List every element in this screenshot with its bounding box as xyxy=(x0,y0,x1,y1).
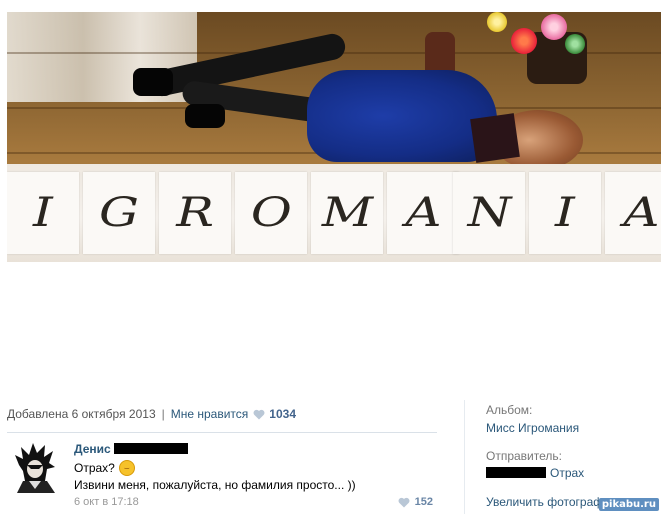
comment-time[interactable]: 6 окт в 17:18 xyxy=(74,496,139,508)
shoe xyxy=(185,104,225,128)
comment-text: Отрах? xyxy=(74,461,115,475)
album-link[interactable]: Мисс Игромания xyxy=(486,421,579,435)
letter: N xyxy=(467,190,511,236)
comment-line: Отрах? ⌣ xyxy=(74,460,135,476)
letter-sheet: R xyxy=(159,172,231,254)
comment-author[interactable]: Денис xyxy=(74,442,111,456)
like-count[interactable]: 1034 xyxy=(269,407,296,421)
divider xyxy=(464,400,465,514)
letter: O xyxy=(250,190,292,236)
redacted-sender-name xyxy=(486,467,546,478)
letter-sheet: A xyxy=(605,172,661,254)
dress xyxy=(307,70,497,162)
avatar[interactable] xyxy=(9,441,61,493)
photo-meta: Добавлена 6 октября 2013 | Мне нравится … xyxy=(7,407,296,421)
letter: A xyxy=(404,190,442,236)
booklet xyxy=(470,113,520,163)
comment-like-count: 152 xyxy=(414,496,433,508)
watermark: pikabu.ru xyxy=(598,498,659,511)
letter-sheet: N xyxy=(453,172,525,254)
sender-label: Отправитель: xyxy=(486,449,562,463)
comment-like-button[interactable]: 152 xyxy=(398,496,433,508)
comment-text: Извини меня, пожалуйста, но фамилия прос… xyxy=(74,478,356,492)
laughing-emoji-icon: ⌣ xyxy=(118,460,135,476)
letter: I xyxy=(555,190,575,236)
flower xyxy=(541,14,567,40)
heart-icon xyxy=(398,497,410,507)
letter: A xyxy=(622,190,660,236)
separator: | xyxy=(161,407,165,421)
letter-sheet: G xyxy=(83,172,155,254)
flower xyxy=(565,34,585,54)
letter-sheet: I xyxy=(529,172,601,254)
album-label: Альбом: xyxy=(486,403,533,417)
letter-sheet: I xyxy=(7,172,79,254)
letter-sheet: O xyxy=(235,172,307,254)
added-date: Добавлена 6 октября 2013 xyxy=(7,407,156,421)
shoe xyxy=(133,68,173,96)
heart-icon[interactable] xyxy=(253,409,265,420)
flower xyxy=(511,28,537,54)
redacted-surname xyxy=(114,443,188,454)
comment: Денис Отрах? ⌣ Извини меня, пожалуйста, … xyxy=(7,432,437,512)
letter: G xyxy=(99,190,139,236)
flowers xyxy=(485,12,615,72)
letter: M xyxy=(321,190,373,236)
photo[interactable]: I G R O M A N I A xyxy=(7,12,661,262)
letter: I xyxy=(33,190,53,236)
like-button[interactable]: Мне нравится xyxy=(171,407,249,421)
sender-link[interactable]: Отрах xyxy=(550,466,584,480)
letter-sheet: M xyxy=(311,172,383,254)
letters-band: I G R O M A N I A xyxy=(7,164,661,262)
avatar-image xyxy=(9,441,61,493)
letter: R xyxy=(176,190,214,236)
letter-sheet: A xyxy=(387,172,459,254)
flower xyxy=(487,12,507,32)
